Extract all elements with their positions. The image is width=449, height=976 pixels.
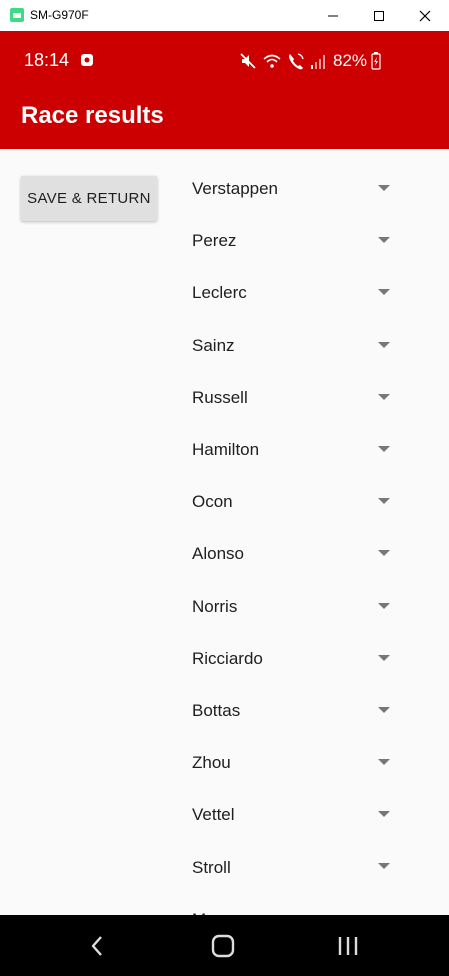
driver-name: Verstappen: [192, 179, 279, 199]
battery-percent: 82%: [333, 51, 368, 70]
android-app-icon: [10, 8, 24, 22]
wifi-icon: [263, 54, 281, 68]
driver-select[interactable]: Ocon: [192, 476, 402, 528]
mute-icon: [240, 53, 256, 69]
driver-name: Ocon: [192, 492, 233, 512]
minimize-icon: [328, 15, 338, 16]
driver-name: Russell: [192, 387, 248, 407]
save-return-button[interactable]: SAVE & RETURN: [21, 176, 157, 221]
navigation-bar: [0, 915, 449, 976]
status-time: 18:14: [24, 50, 70, 70]
driver-select[interactable]: M: [192, 894, 402, 915]
recents-button[interactable]: [333, 933, 363, 959]
dropdown-arrow-icon[interactable]: [378, 185, 390, 191]
driver-select[interactable]: Hamilton: [192, 424, 402, 476]
driver-select[interactable]: Bottas: [192, 685, 402, 737]
driver-name: Vettel: [192, 805, 235, 825]
driver-name: Sainz: [192, 335, 235, 355]
notification-icon: [81, 54, 93, 66]
dropdown-arrow-icon[interactable]: [378, 445, 390, 452]
back-icon: [91, 936, 102, 956]
status-bar: 18:14 82%: [0, 31, 449, 89]
driver-select[interactable]: Norris: [192, 581, 402, 633]
maximize-button[interactable]: [356, 0, 402, 31]
close-button[interactable]: [402, 0, 448, 31]
driver-select[interactable]: Leclerc: [192, 267, 402, 319]
dropdown-arrow-icon[interactable]: [378, 341, 390, 348]
dropdown-arrow-icon[interactable]: [378, 237, 390, 244]
battery-charging-icon: [371, 52, 381, 70]
dropdown-arrow-icon[interactable]: [378, 498, 390, 505]
driver-select[interactable]: Perez: [192, 215, 402, 267]
status-icons: 82%: [238, 51, 381, 71]
dropdown-arrow-icon[interactable]: [378, 550, 390, 557]
driver-name: Hamilton: [192, 440, 260, 460]
dropdown-arrow-icon[interactable]: [378, 654, 390, 661]
page-title: Race results: [21, 102, 164, 129]
home-icon: [211, 934, 235, 958]
driver-name: Zhou: [192, 753, 231, 773]
window-title: SM-G970F: [30, 8, 89, 22]
driver-select[interactable]: Russell: [192, 372, 402, 424]
driver-select[interactable]: Ricciardo: [192, 633, 402, 685]
close-icon: [419, 10, 431, 21]
signal-icon: [311, 55, 325, 69]
back-button[interactable]: [82, 933, 112, 959]
driver-name: Stroll: [192, 857, 231, 877]
driver-name: Leclerc: [192, 283, 247, 303]
maximize-icon: [374, 10, 384, 21]
dropdown-arrow-icon[interactable]: [378, 393, 390, 400]
driver-select[interactable]: Stroll: [192, 841, 402, 893]
driver-select[interactable]: Vettel: [192, 789, 402, 841]
driver-name: Norris: [192, 596, 238, 616]
driver-name: Alonso: [192, 544, 244, 564]
main-content: SAVE & RETURN Verstappen Perez Leclerc S…: [0, 149, 449, 915]
dropdown-arrow-icon[interactable]: [378, 759, 390, 766]
driver-select[interactable]: Zhou: [192, 737, 402, 789]
driver-select[interactable]: Alonso: [192, 528, 402, 580]
minimize-button[interactable]: [310, 0, 356, 31]
driver-list[interactable]: Verstappen Perez Leclerc Sainz Russell H…: [192, 163, 402, 915]
dropdown-arrow-icon[interactable]: [378, 863, 390, 870]
dropdown-arrow-icon[interactable]: [378, 811, 390, 818]
driver-name: Bottas: [192, 700, 241, 720]
wifi-calling-icon: [289, 53, 304, 70]
driver-name: Perez: [192, 231, 237, 251]
home-button[interactable]: [208, 933, 238, 959]
window-titlebar: SM-G970F: [0, 0, 449, 31]
dropdown-arrow-icon[interactable]: [378, 289, 390, 296]
driver-name: Ricciardo: [192, 648, 263, 668]
app-bar: Race results: [0, 89, 449, 149]
dropdown-arrow-icon[interactable]: [378, 706, 390, 713]
dropdown-arrow-icon[interactable]: [378, 602, 390, 609]
recents-icon: [338, 937, 358, 955]
driver-select[interactable]: Sainz: [192, 320, 402, 372]
driver-select[interactable]: Verstappen: [192, 163, 402, 215]
